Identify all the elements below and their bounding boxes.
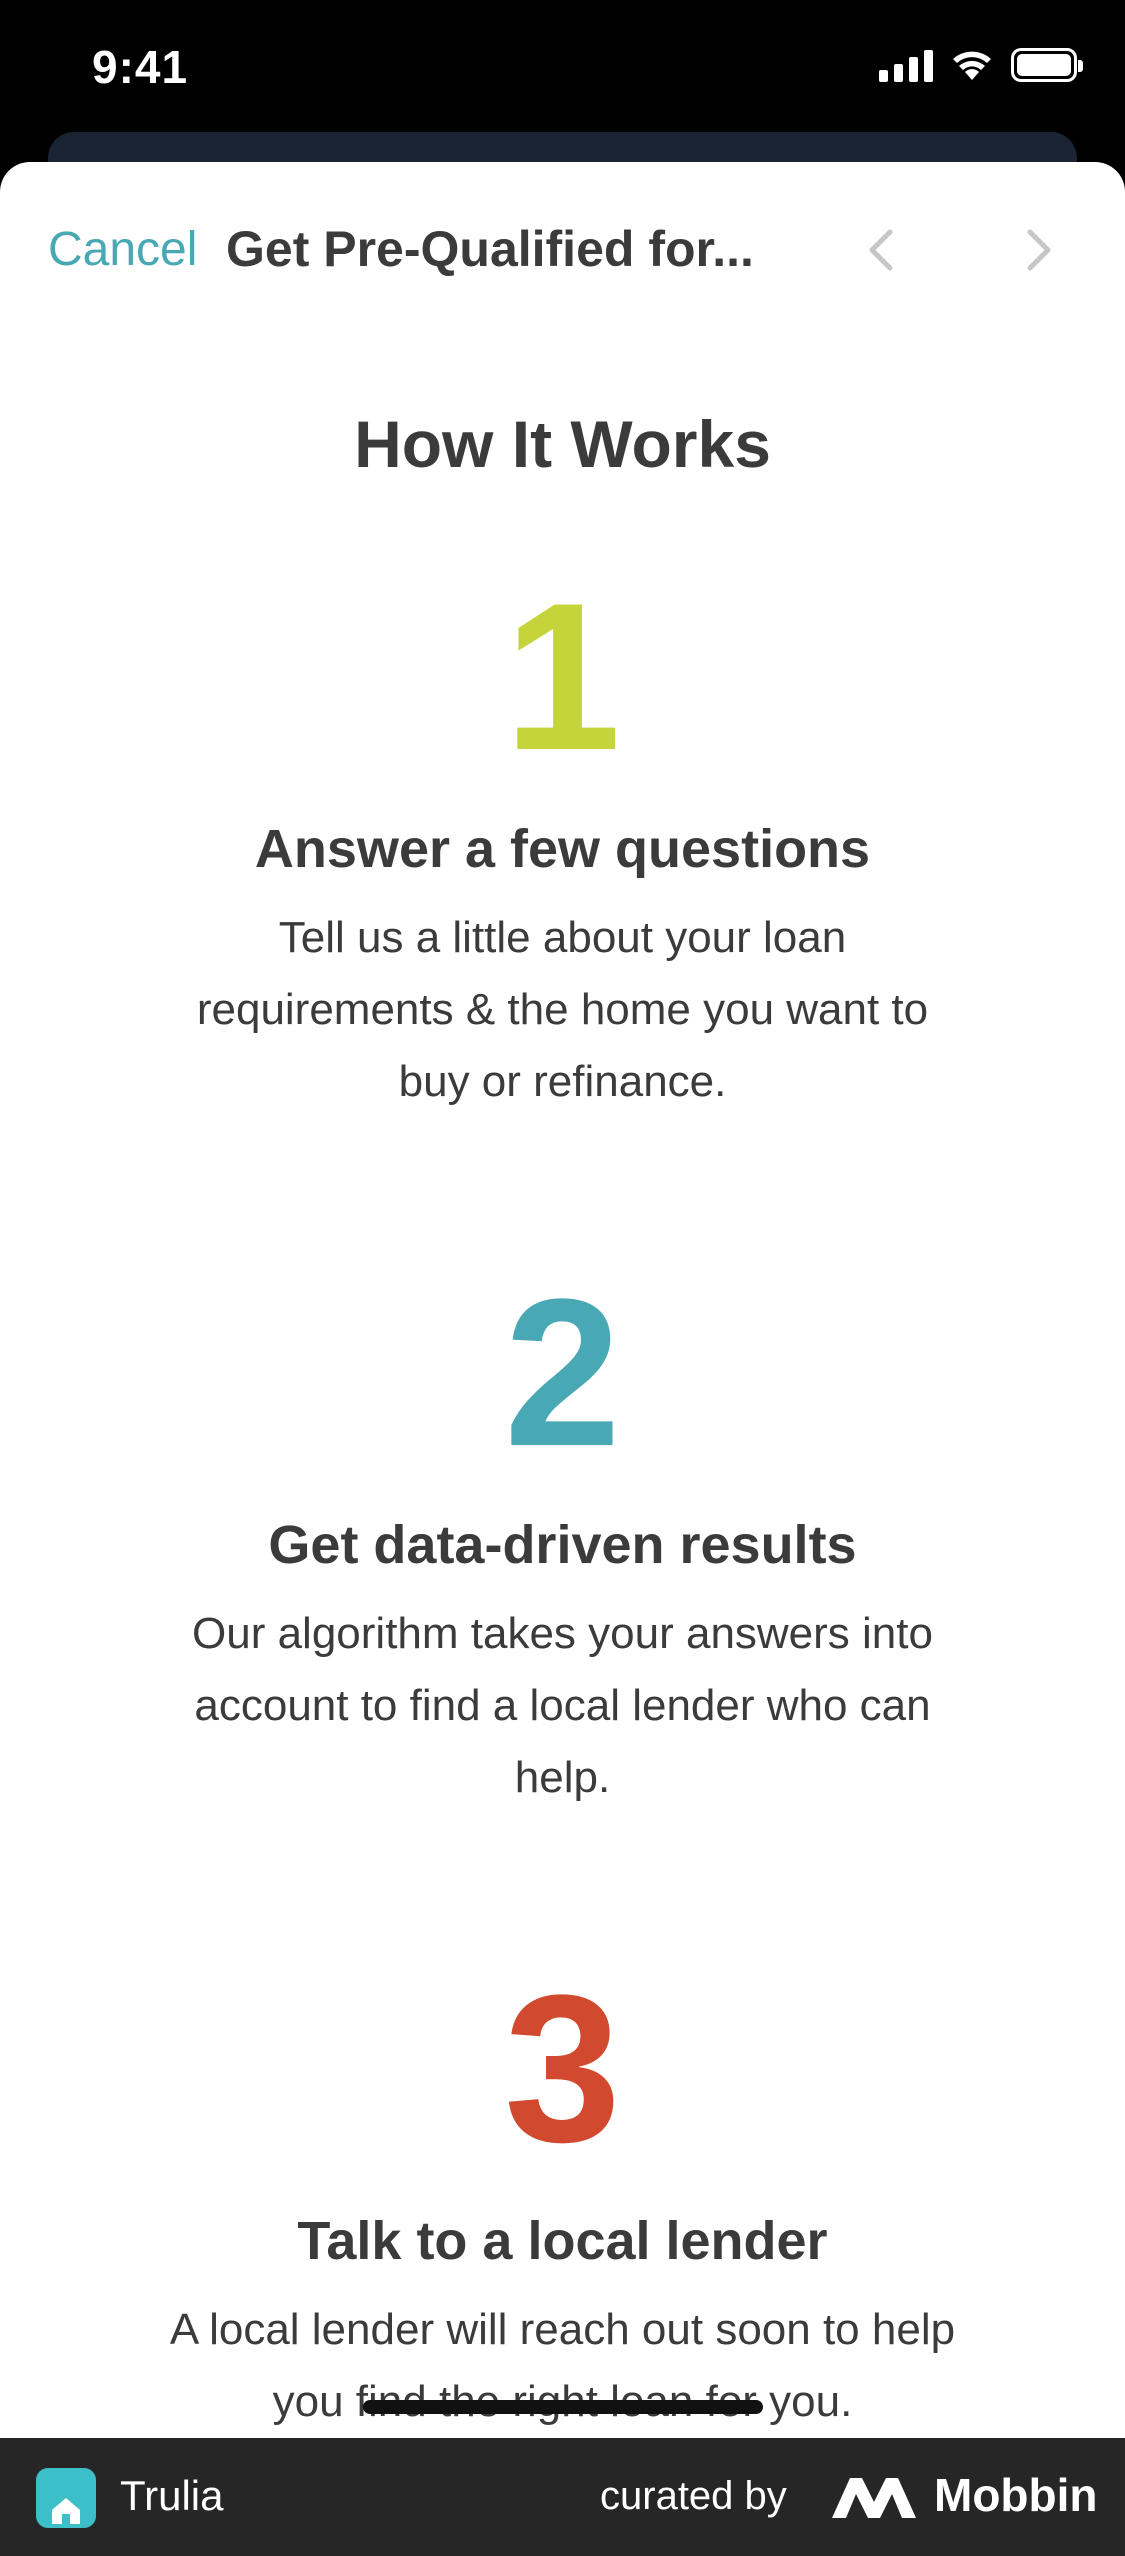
page-heading: How It Works [354,407,771,481]
cellular-signal-icon [879,48,933,82]
step-description-line: buy or refinance. [398,1057,727,1106]
trulia-app-icon [36,2468,96,2528]
curated-by-label: curated by [600,2474,787,2518]
mobbin-logo-icon [832,2478,916,2518]
step-description-line: account to find a local lender who can [194,1681,931,1730]
step-description-line: requirements & the home you want to [196,985,929,1034]
next-button[interactable] [1018,224,1062,276]
step-title: Talk to a local lender [297,2211,828,2271]
step-number: 1 [504,559,621,794]
home-indicator [363,2400,763,2414]
nav-title: Get Pre-Qualified for... [226,221,754,277]
step-2: 2 Get data-driven results Our algorithm … [0,1268,1125,1814]
status-icons [879,48,1083,82]
step-1: 1 Answer a few questions Tell us a littl… [0,572,1125,1118]
step-title: Get data-driven results [268,1515,857,1575]
step-description: Tell us a little about your loan require… [133,902,993,1118]
nav-bar: Cancel Get Pre-Qualified for... [0,162,1125,332]
battery-icon [1011,48,1083,82]
step-title: Answer a few questions [254,819,871,879]
step-description-line: Tell us a little about your loan [278,913,847,962]
status-bar: 9:41 [0,0,1125,140]
step-3: 3 Talk to a local lender A local lender … [0,1964,1125,2438]
step-number: 3 [504,1951,621,2186]
cancel-button[interactable]: Cancel [48,222,197,277]
brand-name: Mobbin [934,2469,1098,2521]
modal-sheet: Cancel Get Pre-Qualified for... How It W… [0,162,1125,2438]
chevron-left-icon [869,229,893,271]
step-description: A local lender will reach out soon to he… [113,2294,1013,2438]
wifi-icon [953,51,991,80]
status-time: 9:41 [92,41,189,93]
app-name: Trulia [120,2472,224,2519]
step-description: Our algorithm takes your answers into ac… [133,1598,993,1814]
chevron-right-icon [1027,229,1051,271]
footer-bar: Trulia curated by Mobbin [0,2438,1125,2556]
step-description-line: help. [514,1753,611,1802]
step-description-line: A local lender will reach out soon to he… [169,2305,956,2354]
house-icon [52,2498,80,2524]
previous-button[interactable] [858,224,902,276]
step-number: 2 [504,1255,621,1490]
screen: 9:41 Cancel Get Pre-Qualified for... How… [0,0,1125,2556]
step-description-line: Our algorithm takes your answers into [192,1609,933,1658]
